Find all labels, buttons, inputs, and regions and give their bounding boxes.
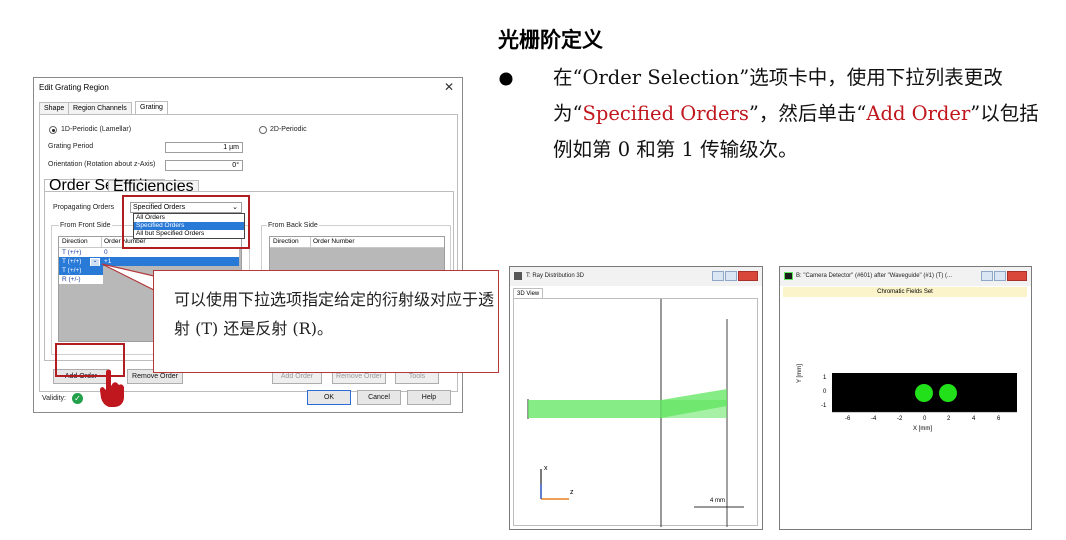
window-app-icon xyxy=(514,272,522,280)
bullet-text-2: ”，然后单击“ xyxy=(748,102,867,125)
header-order-number: Order Number xyxy=(310,237,355,247)
grating-period-input[interactable]: 1 µm xyxy=(165,142,243,153)
tab-3d-view[interactable]: 3D View xyxy=(513,288,544,298)
maximize-button[interactable] xyxy=(994,271,1006,281)
x-tick: 0 xyxy=(923,416,927,422)
page-heading: 光栅阶定义 xyxy=(498,27,603,52)
highlight-add-order: Add Order xyxy=(866,102,971,125)
radio-2d-label: 2D-Periodic xyxy=(270,126,307,133)
propagating-orders-label: Propagating Orders xyxy=(53,204,115,211)
scale-bar-label: 4 mm xyxy=(710,498,725,504)
orientation-input[interactable]: 0° xyxy=(165,160,243,171)
front-side-label: From Front Side xyxy=(59,222,112,229)
help-button[interactable]: Help xyxy=(407,390,451,405)
minimize-button[interactable] xyxy=(712,271,724,281)
minimize-button[interactable] xyxy=(981,271,993,281)
close-icon[interactable]: ✕ xyxy=(444,80,454,94)
tab-region-channels[interactable]: Region Channels xyxy=(68,102,132,114)
x-tick: 6 xyxy=(997,416,1001,422)
window-app-icon xyxy=(784,272,793,280)
x-tick: -6 xyxy=(845,416,851,422)
maximize-button[interactable] xyxy=(725,271,737,281)
cancel-button[interactable]: Cancel xyxy=(357,390,401,405)
tab-grating[interactable]: Grating xyxy=(135,101,168,114)
axis-x-label: x xyxy=(544,465,548,472)
grating-period-label: Grating Period xyxy=(48,143,94,150)
radio-1d-periodic[interactable] xyxy=(49,126,57,134)
chromatic-fields-set-banner: Chromatic Fields Set xyxy=(783,287,1027,297)
x-tick: 2 xyxy=(947,416,951,422)
close-button[interactable] xyxy=(738,271,758,281)
ray-plot xyxy=(527,299,744,527)
list-item[interactable]: T (+/+) xyxy=(59,266,103,275)
row-order: 0 xyxy=(104,249,108,256)
ok-button[interactable]: OK xyxy=(307,390,351,405)
row-direction: R (+/-) xyxy=(62,276,81,283)
y-tick: -1 xyxy=(821,403,827,409)
list-item[interactable]: R (+/-) xyxy=(59,275,103,284)
check-icon: ✓ xyxy=(72,393,83,404)
header-direction: Direction xyxy=(62,238,88,245)
dialog-titlebar: Edit Grating Region ✕ xyxy=(34,78,462,98)
hand-cursor-icon xyxy=(100,369,124,407)
radio-1d-label: 1D-Periodic (Lamellar) xyxy=(61,126,132,133)
callout-text: 可以使用下拉选项指定给定的衍射级对应于透射 (T) 还是反射 (R)。 xyxy=(174,290,495,338)
back-side-label: From Back Side xyxy=(267,222,319,229)
table-row[interactable]: T (+/+) 0 xyxy=(59,248,239,257)
callout-box: 可以使用下拉选项指定给定的衍射级对应于透射 (T) 还是反射 (R)。 xyxy=(153,270,499,373)
y-tick: 0 xyxy=(823,389,827,395)
row-direction: T (+/+) xyxy=(62,249,82,256)
orientation-label: Orientation (Rotation about z-Axis) xyxy=(48,161,156,168)
x-tick: -4 xyxy=(871,416,877,422)
dropdown-highlight xyxy=(122,195,250,249)
y-tick: 1 xyxy=(823,375,827,381)
row-direction: T (+/+) xyxy=(62,267,82,274)
window-controls xyxy=(712,271,758,282)
close-button[interactable] xyxy=(1007,271,1027,281)
tab-shape[interactable]: Shape xyxy=(39,102,70,114)
y-axis-label: Y [mm] xyxy=(797,364,803,383)
header-direction: Direction xyxy=(273,238,299,245)
x-axis-label: X [mm] xyxy=(913,426,932,432)
validity-label: Validity: xyxy=(42,395,66,402)
x-tick: 4 xyxy=(972,416,976,422)
camera-plot-area: Y [mm] 1 0 -1 -6 -4 -2 0 2 4 6 X [mm] xyxy=(783,298,1027,526)
bullet-paragraph: 在“Order Selection”选项卡中，使用下拉列表更改为“Specifi… xyxy=(553,60,1053,168)
row-direction: T (+/+) xyxy=(62,258,82,265)
ray-distribution-window: T: Ray Distribution 3D 3D View x z 4 mm xyxy=(509,266,763,530)
camera-detector-window: B: "Camera Detector" (#601) after "Waveg… xyxy=(779,266,1032,530)
table-header: Direction Order Number xyxy=(270,237,444,248)
x-tick: -2 xyxy=(897,416,903,422)
camera-image xyxy=(832,373,1017,413)
highlight-specified-orders: Specified Orders xyxy=(582,102,749,125)
window-controls xyxy=(981,271,1027,282)
bullet-icon xyxy=(499,72,513,86)
axis-z-label: z xyxy=(570,489,574,496)
radio-2d-periodic[interactable] xyxy=(259,126,267,134)
dialog-title: Edit Grating Region xyxy=(39,83,109,92)
ray-view-canvas: x z 4 mm xyxy=(513,298,758,527)
